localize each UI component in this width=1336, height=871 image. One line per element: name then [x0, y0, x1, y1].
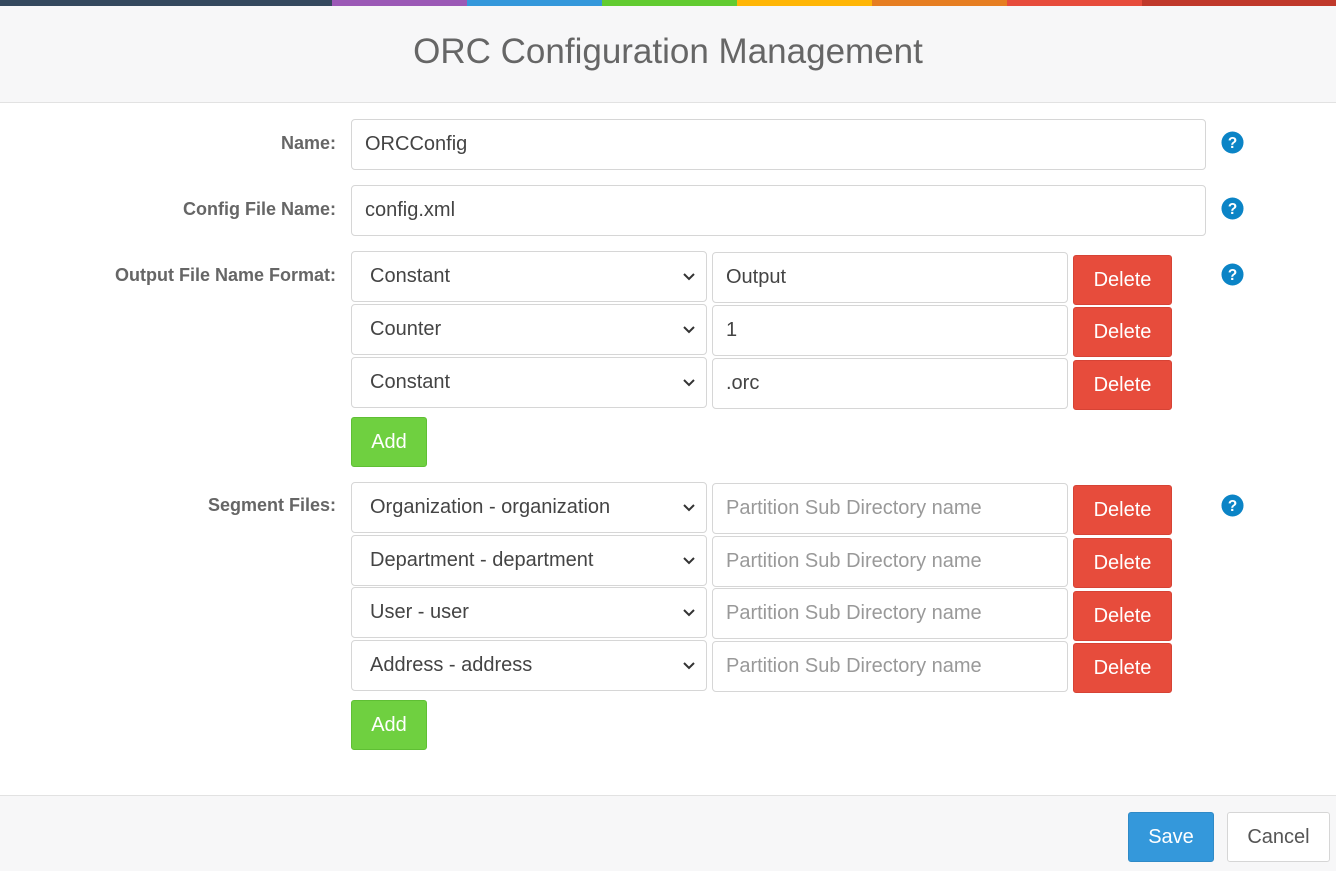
chevron-down-icon	[683, 661, 695, 669]
question-circle-icon[interactable]: ?	[1221, 263, 1244, 286]
delete-button[interactable]: Delete	[1073, 591, 1172, 641]
question-circle-icon[interactable]: ?	[1221, 197, 1244, 220]
output-type-select[interactable]: Counter	[351, 304, 707, 355]
segment-type-select[interactable]: Department - department	[351, 535, 707, 586]
chevron-down-icon	[683, 325, 695, 333]
output-type-select[interactable]: Constant	[351, 357, 707, 408]
svg-text:?: ?	[1228, 201, 1237, 218]
output-value-input[interactable]: .orc	[712, 358, 1068, 409]
delete-button[interactable]: Delete	[1073, 360, 1172, 410]
config-file-input[interactable]: config.xml	[351, 185, 1206, 236]
segment-type-value: User - user	[370, 601, 469, 623]
save-button[interactable]: Save	[1128, 812, 1214, 862]
delete-button[interactable]: Delete	[1073, 485, 1172, 535]
question-circle-icon[interactable]: ?	[1221, 131, 1244, 154]
chevron-down-icon	[683, 503, 695, 511]
delete-button[interactable]: Delete	[1073, 307, 1172, 357]
svg-text:?: ?	[1228, 135, 1237, 152]
chevron-down-icon	[683, 608, 695, 616]
segment-type-value: Address - address	[370, 654, 533, 676]
modal-footer: Save Cancel	[0, 795, 1336, 871]
name-input[interactable]: ORCConfig	[351, 119, 1206, 170]
segment-type-select[interactable]: Organization - organization	[351, 482, 707, 533]
chevron-down-icon	[683, 378, 695, 386]
svg-text:?: ?	[1228, 267, 1237, 284]
output-type-value: Counter	[370, 318, 442, 340]
output-type-select[interactable]: Constant	[351, 251, 707, 302]
output-format-label: Output File Name Format:	[114, 265, 336, 285]
question-circle-icon[interactable]: ?	[1221, 494, 1244, 517]
output-type-value: Constant	[370, 371, 451, 393]
svg-text:?: ?	[1228, 498, 1237, 515]
add-output-format-button[interactable]: Add	[351, 417, 427, 467]
config-file-label: Config File Name:	[182, 199, 336, 219]
delete-button[interactable]: Delete	[1073, 255, 1172, 305]
partition-dir-input[interactable]: Partition Sub Directory name	[712, 483, 1068, 534]
chevron-down-icon	[683, 556, 695, 564]
cancel-button[interactable]: Cancel	[1227, 812, 1330, 862]
output-value-input[interactable]: Output	[712, 252, 1068, 303]
partition-dir-input[interactable]: Partition Sub Directory name	[712, 641, 1068, 692]
segment-type-select[interactable]: Address - address	[351, 640, 707, 691]
page-title: ORC Configuration Management	[413, 32, 923, 71]
output-value-input[interactable]: 1	[712, 305, 1068, 356]
segment-type-select[interactable]: User - user	[351, 587, 707, 638]
partition-dir-input[interactable]: Partition Sub Directory name	[712, 536, 1068, 587]
output-type-value: Constant	[370, 265, 451, 287]
segment-type-value: Organization - organization	[370, 496, 611, 518]
chevron-down-icon	[683, 272, 695, 280]
segment-files-label: Segment Files:	[207, 495, 336, 515]
delete-button[interactable]: Delete	[1073, 538, 1172, 588]
name-label: Name:	[280, 133, 336, 153]
modal-header: ORC Configuration Management	[0, 6, 1336, 103]
partition-dir-input[interactable]: Partition Sub Directory name	[712, 588, 1068, 639]
segment-type-value: Department - department	[370, 549, 594, 571]
add-segment-file-button[interactable]: Add	[351, 700, 427, 750]
delete-button[interactable]: Delete	[1073, 643, 1172, 693]
